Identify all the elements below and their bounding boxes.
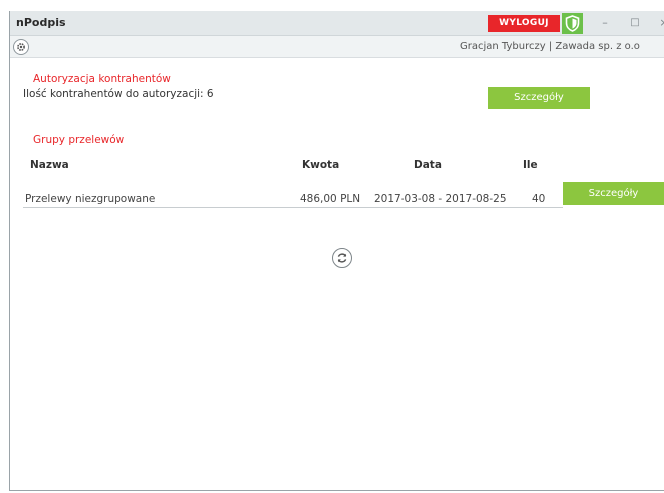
minimize-button[interactable]: – [596, 14, 614, 32]
column-header-name: Nazwa [30, 159, 69, 171]
refresh-icon [337, 253, 347, 263]
logout-button[interactable]: WYLOGUJ [488, 15, 560, 32]
column-header-amount: Kwota [302, 159, 340, 171]
shield-button[interactable] [562, 13, 583, 34]
shield-icon [565, 15, 580, 32]
contractors-count: Ilość kontrahentów do autoryzacji: 6 [23, 88, 214, 100]
row-amount: 486,00 PLN [300, 193, 361, 205]
close-button[interactable]: × [655, 14, 664, 32]
title-bar: nPodpis WYLOGUJ – □ × [10, 11, 664, 36]
contractors-section-title: Autoryzacja kontrahentów [33, 73, 171, 85]
row-count: 40 [532, 193, 546, 205]
row-date-range: 2017-03-08 - 2017-08-25 [374, 193, 507, 205]
maximize-button[interactable]: □ [626, 14, 644, 32]
app-title: nPodpis [16, 16, 66, 29]
settings-button[interactable] [13, 39, 29, 55]
row-name: Przelewy niezgrupowane [25, 193, 156, 205]
gear-icon [17, 43, 25, 51]
user-company-info: Gracjan Tyburczy | Zawada sp. z o.o [460, 41, 640, 52]
row-divider [23, 207, 563, 208]
column-header-date: Data [414, 159, 442, 171]
refresh-button[interactable] [332, 248, 352, 268]
group-details-button[interactable]: Szczegóły [563, 182, 664, 205]
toolbar: Gracjan Tyburczy | Zawada sp. z o.o [10, 36, 664, 58]
column-header-count: Ile [523, 159, 538, 171]
contractors-details-button[interactable]: Szczegóły [488, 87, 590, 109]
groups-section-title: Grupy przelewów [33, 134, 125, 146]
